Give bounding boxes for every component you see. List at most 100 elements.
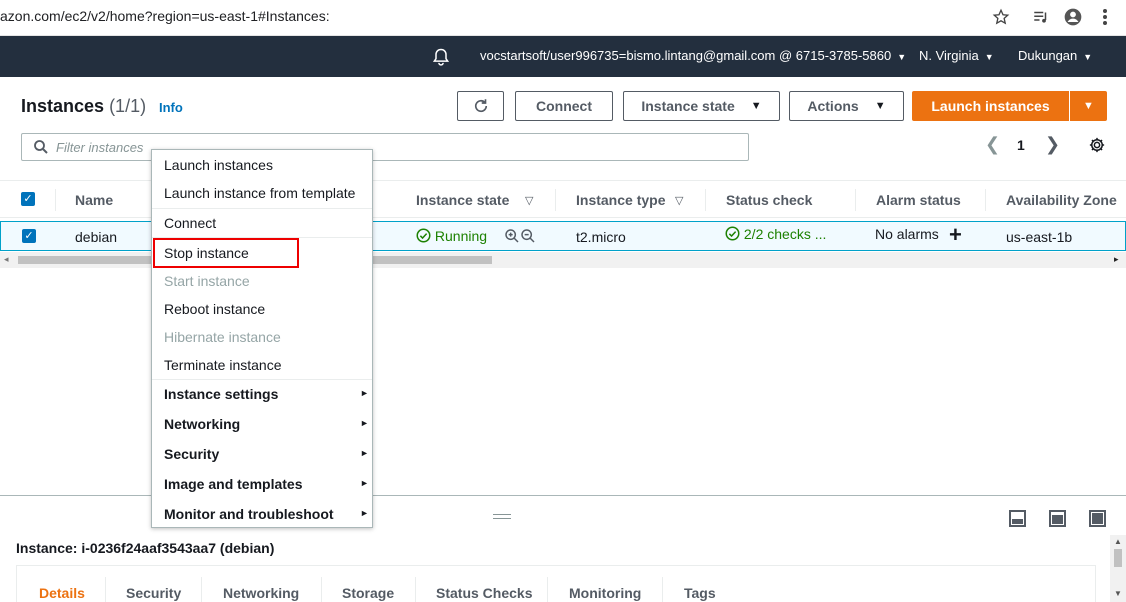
split-full-icon[interactable] [1089,510,1106,532]
tab-separator [547,577,548,602]
tab-status-checks[interactable]: Status Checks [436,585,532,601]
caret-down-icon: ▼ [897,52,907,62]
menu-item-instance-settings[interactable]: Instance settings [164,386,278,402]
scrollbar-thumb[interactable] [1114,549,1122,567]
menu-item-monitor-and-troubleshoot[interactable]: Monitor and troubleshoot [164,506,334,522]
select-all-checkbox[interactable]: ✓ [21,192,35,206]
column-separator [55,189,56,211]
playlist-icon[interactable] [1031,7,1051,27]
info-link[interactable]: Info [159,100,183,115]
scroll-right-icon[interactable]: ▸ [1114,254,1119,265]
kebab-menu-icon[interactable] [1095,7,1115,27]
scroll-left-icon[interactable]: ◂ [4,254,9,265]
menu-item-connect[interactable]: Connect [164,215,216,231]
support-label: Dukungan [1018,48,1078,63]
instance-type: t2.micro [576,229,626,245]
menu-item-security[interactable]: Security [164,446,219,462]
menu-item-launch-instances[interactable]: Launch instances [164,157,273,173]
tab-monitoring[interactable]: Monitoring [569,585,641,601]
instance-detail-title: Instance: i-0236f24aaf3543aa7 (debian) [16,540,275,556]
menu-divider [152,208,372,209]
filter-placeholder: Filter instances [56,140,144,155]
status-check[interactable]: 2/2 checks ... [725,226,826,242]
page-number[interactable]: 1 [1017,137,1025,153]
gear-icon[interactable] [1088,136,1106,157]
chevron-left-icon[interactable]: ❮ [985,134,1000,155]
tab-tags[interactable]: Tags [684,585,716,601]
submenu-arrow-icon: ► [360,508,369,518]
chevron-right-icon[interactable]: ❯ [1045,134,1060,155]
tab-details[interactable]: Details [39,585,85,601]
browser-url-bar[interactable]: azon.com/ec2/v2/home?region=us-east-1#In… [0,0,1126,36]
resize-handle-icon[interactable] [493,514,511,519]
filter-input[interactable]: Filter instances [21,133,749,161]
bell-icon[interactable] [431,47,451,70]
vertical-scrollbar[interactable]: ▲ ▼ [1110,535,1126,602]
title-text: Instances [21,96,105,116]
column-instance-type[interactable]: Instance type [576,192,665,208]
menu-item-terminate-instance[interactable]: Terminate instance [164,357,282,373]
split-bottom-icon[interactable] [1009,510,1026,532]
menu-item-hibernate-instance: Hibernate instance [164,329,281,345]
refresh-button[interactable] [457,91,504,121]
page-title: Instances (1/1) [21,96,146,117]
tab-separator [105,577,106,602]
stop-instance-highlight-box [153,238,299,268]
column-status-check[interactable]: Status check [726,192,812,208]
region-label: N. Virginia [919,48,979,63]
selection-count: (1/1) [109,96,147,116]
check-circle-icon [416,228,431,243]
instance-state-label: Instance state [641,98,735,114]
account-menu[interactable]: vocstartsoft/user996735=bismo.lintang@gm… [480,48,906,63]
column-instance-state[interactable]: Instance state [416,192,509,208]
profile-icon[interactable] [1063,7,1083,27]
filter-sort-icon[interactable]: ▽ [525,194,533,207]
menu-item-launch-from-template[interactable]: Launch instance from template [164,185,355,201]
instance-name[interactable]: debian [75,229,117,245]
aws-top-nav: vocstartsoft/user996735=bismo.lintang@gm… [0,36,1126,77]
menu-item-reboot-instance[interactable]: Reboot instance [164,301,265,317]
column-separator [555,189,556,211]
tab-separator [662,577,663,602]
launch-instances-button[interactable]: Launch instances ▼ [912,91,1107,121]
caret-down-icon: ▼ [750,100,762,112]
status-text: 2/2 checks ... [743,226,827,242]
availability-zone: us-east-1b [1006,229,1073,245]
row-checkbox[interactable]: ✓ [22,229,36,243]
details-tabs: Details Security Networking Storage Stat… [16,565,1096,602]
actions-button[interactable]: Actions ▼ [789,91,904,121]
submenu-arrow-icon: ► [360,418,369,428]
add-alarm-icon[interactable]: + [949,222,962,248]
region-menu[interactable]: N. Virginia ▼ [919,48,994,63]
menu-item-networking[interactable]: Networking [164,416,240,432]
running-status: Running [416,228,487,244]
url-text[interactable]: azon.com/ec2/v2/home?region=us-east-1#In… [0,8,330,24]
launch-label: Launch instances [931,98,1050,114]
zoom-in-icon[interactable] [504,228,520,247]
tab-storage[interactable]: Storage [342,585,394,601]
connect-button[interactable]: Connect [515,91,613,121]
caret-down-icon: ▼ [984,52,994,62]
tab-separator [321,577,322,602]
instance-state-button[interactable]: Instance state ▼ [623,91,780,121]
state-text: Running [434,228,488,244]
zoom-out-icon[interactable] [520,228,536,247]
column-availability-zone[interactable]: Availability Zone [1006,192,1117,208]
scroll-up-icon[interactable]: ▲ [1114,537,1122,546]
tab-security[interactable]: Security [126,585,181,601]
alarm-status: No alarms [875,226,939,242]
scroll-down-icon[interactable]: ▼ [1114,589,1122,598]
filter-sort-icon[interactable]: ▽ [675,194,683,207]
submenu-arrow-icon: ► [360,388,369,398]
actions-label: Actions [807,98,859,114]
star-icon[interactable] [991,7,1011,27]
tab-networking[interactable]: Networking [223,585,299,601]
split-side-icon[interactable] [1049,510,1066,532]
menu-item-image-and-templates[interactable]: Image and templates [164,476,303,492]
caret-down-icon[interactable]: ▼ [1070,100,1107,112]
column-name[interactable]: Name [75,192,113,208]
menu-item-start-instance: Start instance [164,273,250,289]
column-alarm-status[interactable]: Alarm status [876,192,961,208]
support-menu[interactable]: Dukungan ▼ [1018,48,1092,63]
check-circle-icon [725,226,740,241]
